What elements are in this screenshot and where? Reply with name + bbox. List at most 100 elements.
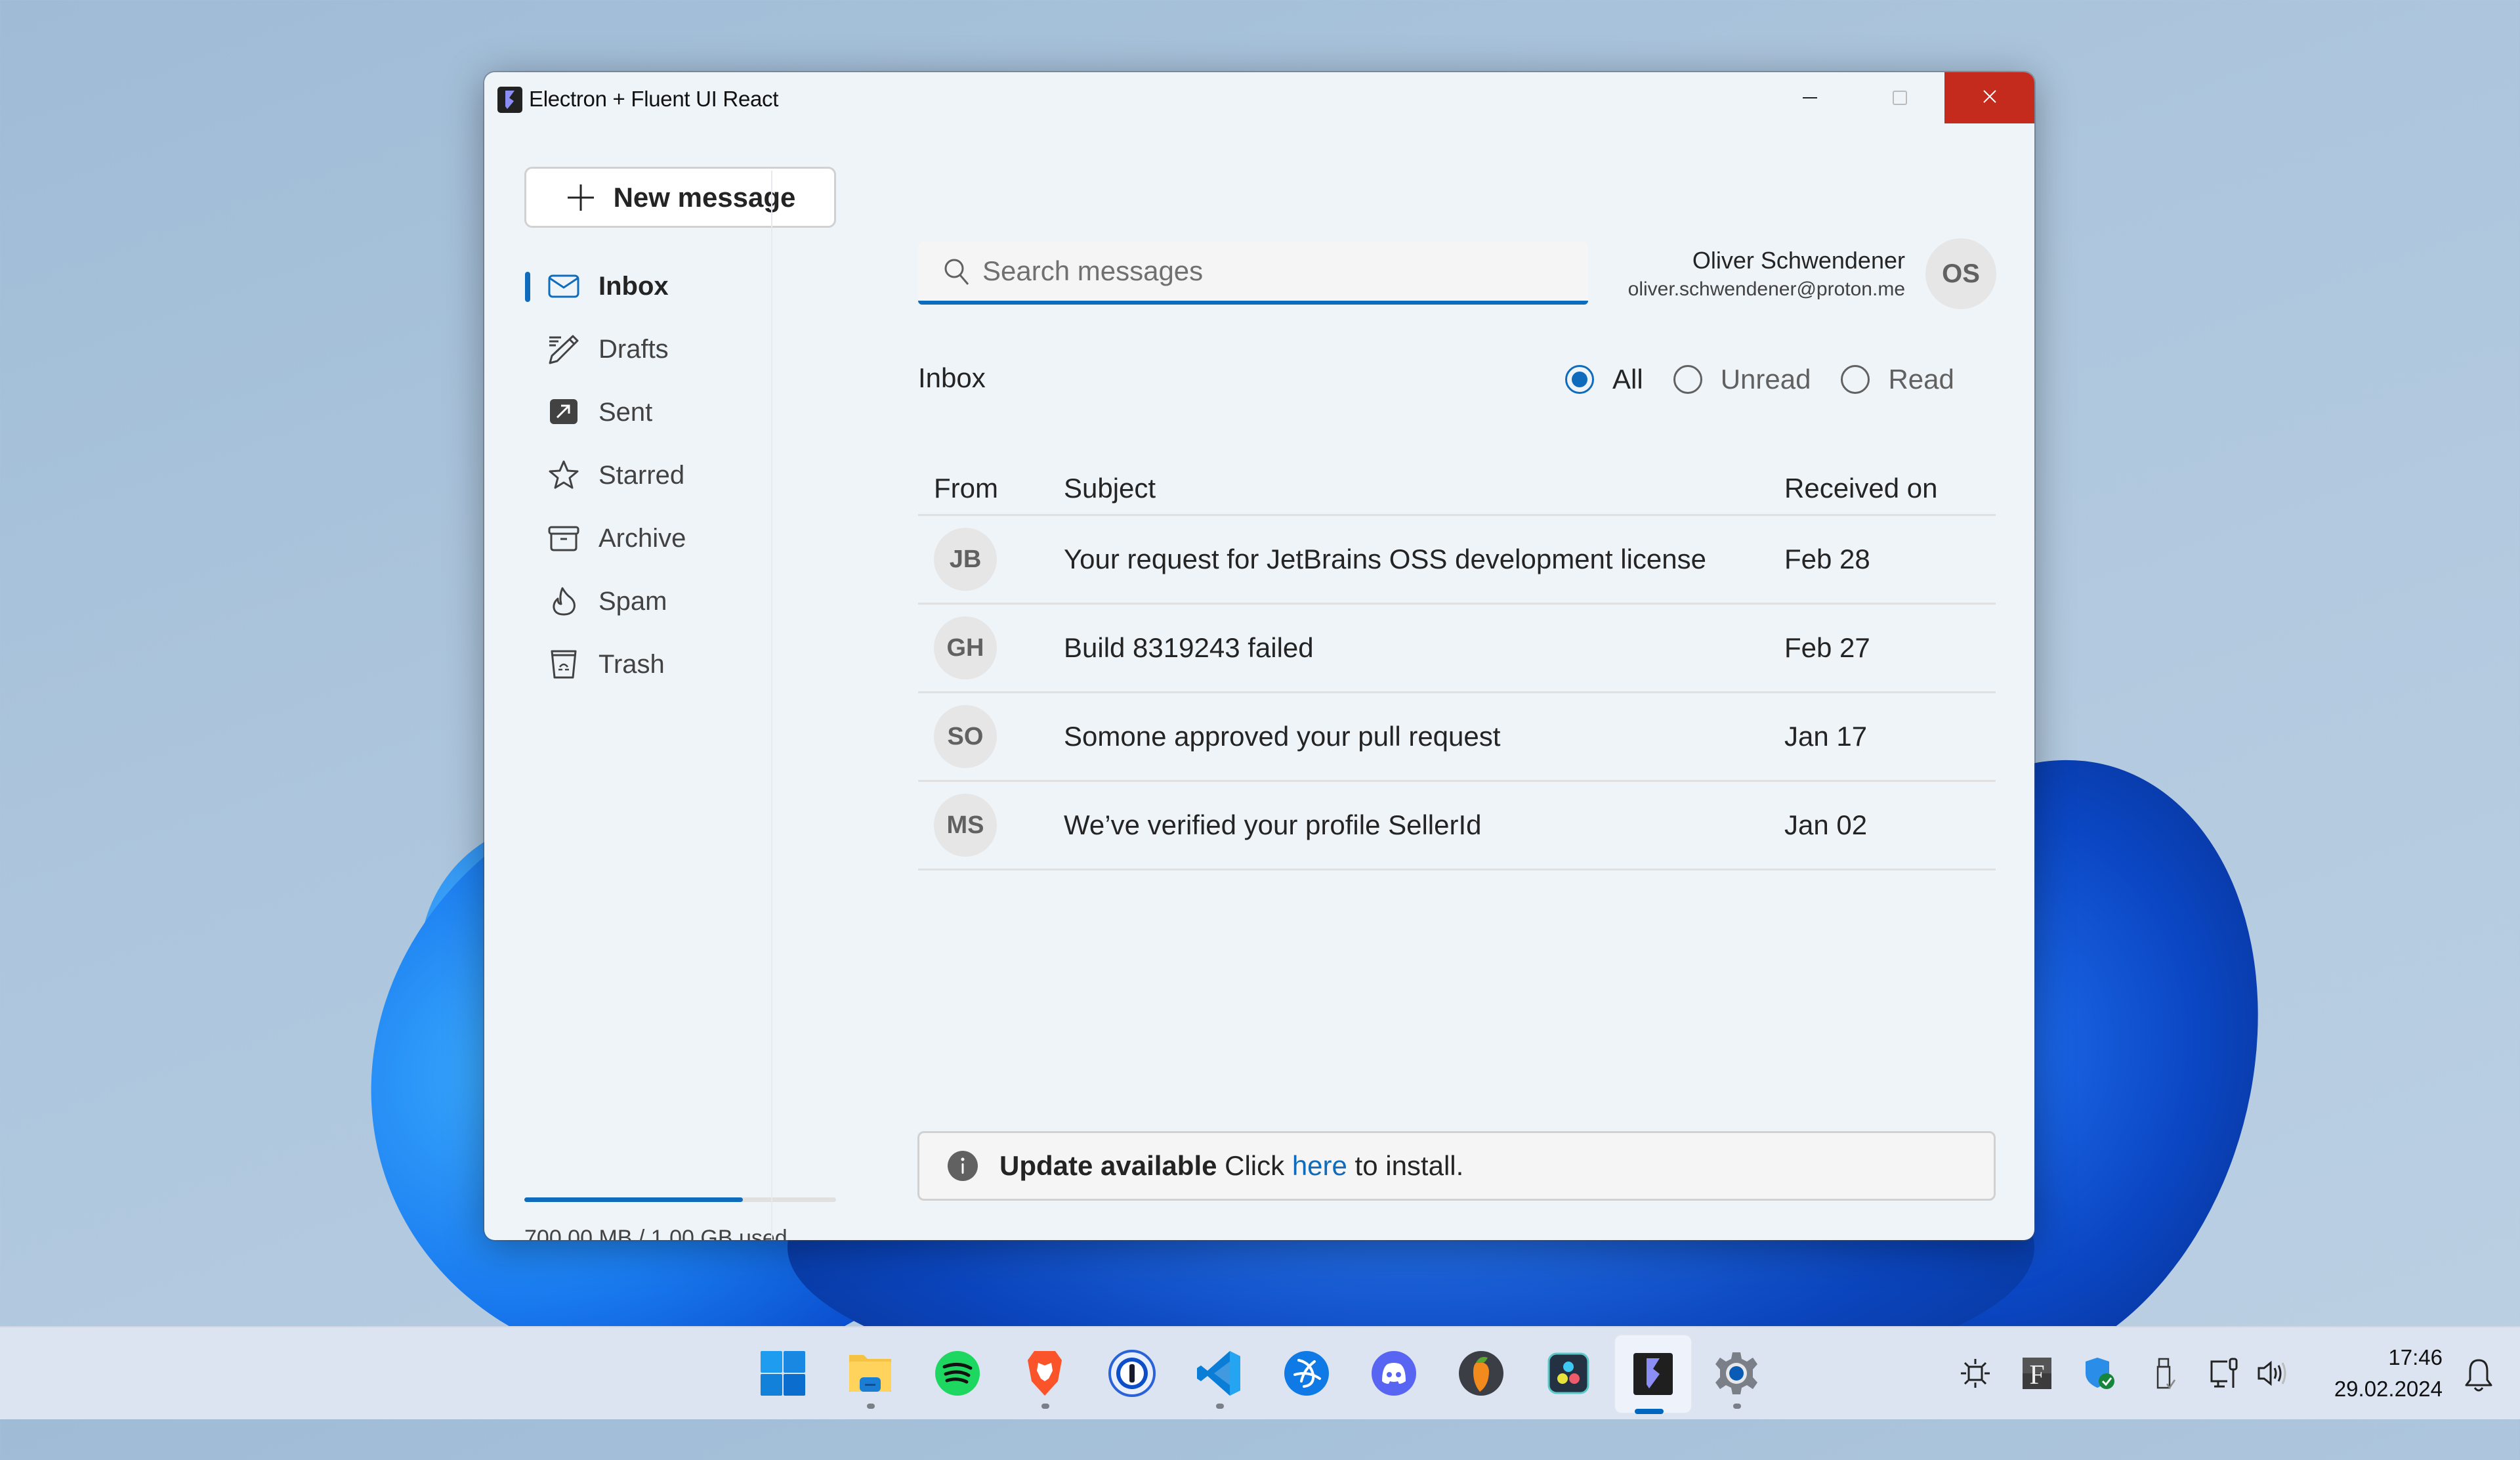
column-header-from[interactable]: From — [934, 473, 998, 504]
table-row[interactable]: GH Build 8319243 failed Feb 27 — [918, 605, 1996, 693]
active-app-indicator — [1635, 1409, 1664, 1414]
taskbar-1password[interactable] — [1098, 1339, 1166, 1407]
start-button[interactable] — [749, 1339, 817, 1407]
drafts-pencil-icon — [547, 332, 581, 366]
minimize-button[interactable] — [1765, 72, 1855, 123]
sidebar-item-label: Inbox — [598, 271, 669, 301]
fluent-app-icon — [497, 87, 522, 113]
message-date: Jan 17 — [1784, 721, 1868, 752]
table-row[interactable]: MS We’ve verified your profile SellerId … — [918, 782, 1996, 870]
recycle-bin-icon — [547, 647, 581, 681]
user-info: Oliver Schwendener oliver.schwendener@pr… — [1628, 245, 1905, 303]
radio-label: Unread — [1720, 364, 1811, 395]
defender-shield-icon[interactable] — [2082, 1354, 2118, 1393]
update-message-bar: Update available Click here to install. — [917, 1131, 1996, 1201]
table-row[interactable]: JB Your request for JetBrains OSS develo… — [918, 516, 1996, 605]
read-filter-radio-group: All Unread Read — [1565, 356, 1954, 402]
spotify-icon — [935, 1351, 980, 1396]
folder-icon — [849, 1355, 891, 1392]
sidebar-item-label: Trash — [598, 649, 665, 679]
clock-date: 29.02.2024 — [2334, 1377, 2443, 1401]
taskbar-settings[interactable] — [1702, 1339, 1771, 1409]
taskbar-electron-fluent-app[interactable] — [1615, 1335, 1691, 1414]
running-indicator — [867, 1404, 875, 1409]
clock-time: 17:46 — [2388, 1345, 2443, 1369]
install-update-link[interactable]: here — [1292, 1150, 1347, 1181]
cpu-chip-icon[interactable] — [1957, 1354, 1994, 1393]
archive-icon — [547, 521, 581, 555]
notification-bell-icon[interactable] — [2462, 1356, 2495, 1393]
sender-avatar: SO — [934, 705, 997, 768]
maximize-button[interactable] — [1855, 72, 1944, 123]
storage-progress-fill — [524, 1197, 743, 1202]
filter-read-radio[interactable]: Read — [1841, 364, 1954, 395]
message-table: From Subject Received on JB Your request… — [918, 465, 1996, 870]
svg-text:F: F — [2029, 1360, 2044, 1390]
network-ethernet-icon[interactable] — [2206, 1354, 2243, 1393]
flame-icon — [547, 584, 581, 618]
user-name: Oliver Schwendener — [1692, 247, 1905, 274]
radio-label: All — [1612, 364, 1643, 395]
sidebar-item-label: Starred — [598, 460, 685, 490]
sidebar-item-label: Sent — [598, 397, 653, 427]
user-avatar[interactable]: OS — [1925, 238, 1996, 309]
taskbar-discord[interactable] — [1360, 1339, 1428, 1407]
taskbar-vscode[interactable] — [1185, 1339, 1253, 1409]
taskbar-spotify[interactable] — [923, 1339, 992, 1407]
message-date: Feb 28 — [1784, 544, 1870, 574]
list-title: Inbox — [918, 362, 986, 393]
search-icon — [944, 259, 969, 285]
fl-studio-icon — [1459, 1351, 1503, 1396]
davinci-resolve-icon — [1547, 1352, 1589, 1394]
radio-unchecked-icon — [1841, 365, 1870, 394]
sender-avatar: MS — [934, 794, 997, 857]
info-icon — [948, 1151, 978, 1181]
column-header-subject[interactable]: Subject — [1064, 473, 1156, 504]
window-title: Electron + Fluent UI React — [529, 87, 779, 111]
sidebar-item-label: Spam — [598, 586, 667, 616]
volume-icon[interactable] — [2254, 1354, 2290, 1393]
message-subject: Somone approved your pull request — [1064, 721, 1501, 752]
filter-all-radio[interactable]: All — [1565, 364, 1643, 395]
update-text-after: to install. — [1347, 1150, 1464, 1181]
app-window: Electron + Fluent UI React New message I… — [484, 72, 2034, 1240]
main-panel: Oliver Schwendener oliver.schwendener@pr… — [772, 123, 2034, 1240]
taskbar-davinci-resolve[interactable] — [1534, 1339, 1603, 1407]
title-bar[interactable]: Electron + Fluent UI React — [484, 72, 2034, 123]
radio-unchecked-icon — [1673, 365, 1702, 394]
discord-icon — [1372, 1351, 1416, 1396]
search-input[interactable] — [981, 255, 1561, 288]
update-message: Update available Click here to install. — [999, 1150, 1463, 1182]
taskbar-fl-studio[interactable] — [1447, 1339, 1515, 1407]
taskbar-clock[interactable]: 17:46 29.02.2024 — [2334, 1342, 2443, 1405]
radio-checked-icon — [1565, 365, 1594, 394]
running-indicator — [1733, 1404, 1741, 1409]
taskbar: F 17:46 29.02.2024 — [0, 1326, 2520, 1419]
taskbar-brave[interactable] — [1011, 1339, 1079, 1409]
vscode-icon — [1197, 1351, 1240, 1396]
mail-icon — [547, 269, 581, 303]
usb-drive-icon[interactable] — [2146, 1354, 2183, 1393]
table-row[interactable]: SO Somone approved your pull request Jan… — [918, 693, 1996, 782]
star-icon — [547, 458, 581, 492]
sent-arrow-icon — [547, 395, 581, 429]
update-title: Update available — [999, 1150, 1217, 1181]
close-icon — [1982, 89, 1998, 108]
minimize-icon — [1802, 97, 1817, 98]
taskbar-file-explorer[interactable] — [836, 1339, 904, 1409]
running-indicator — [1041, 1404, 1049, 1409]
filter-unread-radio[interactable]: Unread — [1673, 364, 1811, 395]
user-email: oliver.schwendener@proton.me — [1628, 278, 1905, 300]
f-app-icon[interactable]: F — [2019, 1354, 2055, 1393]
new-message-label: New message — [613, 181, 796, 213]
message-date: Jan 02 — [1784, 809, 1868, 840]
search-box[interactable] — [918, 242, 1588, 305]
column-header-received[interactable]: Received on — [1784, 473, 1937, 504]
sidebar-item-label: Drafts — [598, 334, 669, 364]
taskbar-battle-net[interactable] — [1272, 1339, 1341, 1407]
close-button[interactable] — [1944, 72, 2034, 123]
table-header: From Subject Received on — [918, 465, 1996, 516]
message-subject: Build 8319243 failed — [1064, 632, 1314, 663]
brave-lion-icon — [1028, 1351, 1062, 1396]
message-date: Feb 27 — [1784, 632, 1870, 663]
